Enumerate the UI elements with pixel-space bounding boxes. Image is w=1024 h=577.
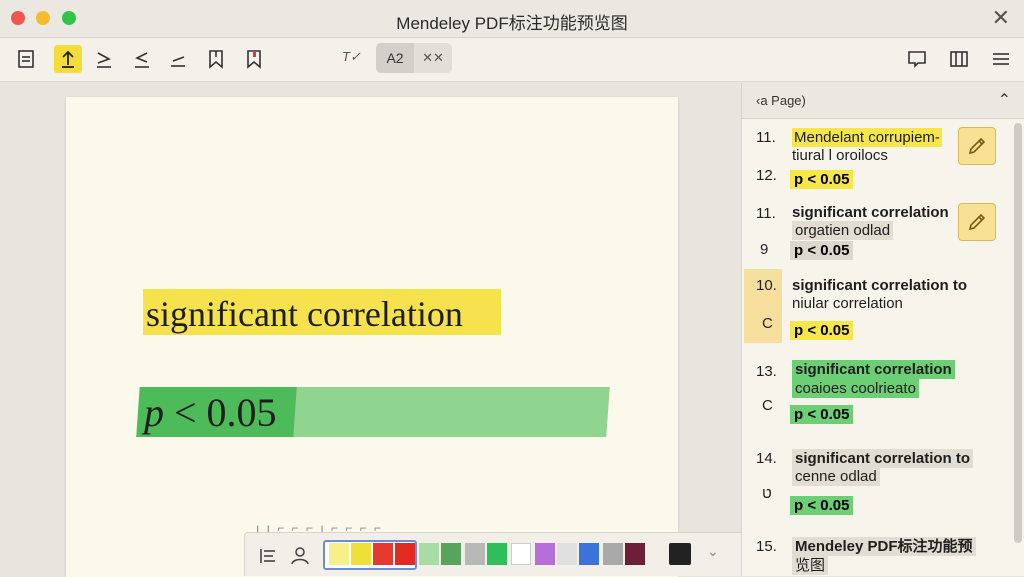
annotation-subtext: 览图 [792,556,829,575]
annotation-number: 11. [756,205,776,222]
annotation-subtext: tiural l oroilocs [792,147,888,164]
annotation-line: significant correlation to [792,449,974,468]
annotation-subtext: cenne odlad [792,467,880,486]
highlighted-text[interactable]: significant correlation [146,293,463,335]
formula-var: p [144,390,164,435]
text-style-button[interactable]: A2 [376,43,414,73]
annotation-subtext: niular correlation [792,295,903,312]
formula-rest: < 0.05 [164,390,277,435]
annotation-number: 12. [756,167,777,184]
sidebar-header[interactable]: ‹a Page) ⌃ [742,83,1024,119]
annotation-number: 15. [756,538,777,555]
annotation-text[interactable]: significant correlation to [792,277,967,295]
annotation-line: Mendelant corrupiem- [792,128,942,147]
annotation-pill[interactable]: p < 0.05 [790,405,854,424]
play-underline-icon[interactable] [90,45,118,73]
color-swatch[interactable] [511,543,531,565]
annotation-number: C [762,397,773,414]
annotation-number: 13. [756,363,777,380]
annotation-number: ט [762,485,772,502]
annotation-number: 14. [756,450,777,467]
less-than-underline-icon[interactable] [128,45,156,73]
annotation-text[interactable]: Mendeley PDF标注功能预 [792,537,976,556]
annotation-sidebar: ‹a Page) ⌃ 11. Mendelant corrupiem- tiur… [741,83,1024,576]
sidebar-header-label: ‹a Page) [756,93,806,108]
text-tool-button[interactable]: T✓ [342,49,361,65]
note-edit-button[interactable] [958,203,996,241]
color-swatch[interactable] [373,543,393,565]
list-icon[interactable] [257,545,279,567]
chevron-down-icon[interactable]: ⌄ [707,543,719,560]
pdf-viewer[interactable]: significant correlation p < 0.05 ı ı ⌐ ⌐… [0,83,741,577]
annotation-pill[interactable]: p < 0.05 [790,321,854,340]
annotation-line: coaioes coolrieato [792,379,919,398]
user-icon[interactable] [289,545,311,567]
bookmark-icon[interactable] [202,45,230,73]
annotation-text[interactable]: Mendelant corrupiem- [792,128,942,147]
close-icon[interactable]: ✕ [992,6,1010,30]
color-swatch[interactable] [625,543,645,565]
color-swatch[interactable] [465,543,485,565]
annotation-line: significant correlation [792,360,955,379]
formula-text[interactable]: p < 0.05 [144,389,277,436]
annotation-line: cenne odlad [792,467,880,486]
annotation-text[interactable]: significant correlation [792,204,949,222]
color-swatch[interactable] [351,543,371,565]
red-bookmark-icon[interactable] [240,45,268,73]
color-swatch[interactable] [579,543,599,565]
color-swatch[interactable] [557,543,577,565]
book-icon[interactable] [945,45,973,73]
annotation-line: Mendeley PDF标注功能预 [792,537,976,556]
highlight-tool-button[interactable] [54,45,82,73]
document-icon[interactable] [12,45,40,73]
comment-icon[interactable] [903,45,931,73]
annotation-text[interactable]: significant correlation [792,360,955,379]
color-palette-bar: ⌄ [244,532,742,576]
annotation-number: 11. [756,129,776,146]
annotation-pill[interactable]: p < 0.05 [790,170,854,189]
color-swatch[interactable] [535,543,555,565]
color-swatch[interactable] [441,543,461,565]
color-swatch[interactable] [419,543,439,565]
annotation-number: C [762,315,773,332]
annotation-line: 览图 [792,556,829,575]
color-swatch[interactable] [603,543,623,565]
annotation-pill[interactable]: p < 0.05 [790,496,854,515]
annotation-subtext: orgatien odlad [792,221,894,240]
color-swatch[interactable] [395,543,415,565]
annotation-text[interactable]: significant correlation to [792,449,974,468]
title-bar: Mendeley PDF标注功能预览图 ✕ [0,0,1024,38]
sidebar-scrollbar[interactable] [1014,123,1022,543]
color-swatch[interactable] [487,543,507,565]
black-swatch[interactable] [669,543,691,565]
chevron-up-icon[interactable]: ⌃ [998,90,1011,110]
window-title: Mendeley PDF标注功能预览图 [396,14,628,33]
strikethrough-icon[interactable] [164,45,192,73]
annotation-number: 9 [760,241,769,258]
annotation-subtext: coaioes coolrieato [792,379,919,398]
annotation-pill[interactable]: p < 0.05 [790,241,854,260]
annotation-number: 10. [756,277,777,294]
annotation-line: orgatien odlad [792,221,894,240]
note-edit-button[interactable] [958,127,996,165]
menu-icon[interactable] [987,45,1015,73]
color-swatch[interactable] [329,543,349,565]
clear-style-button[interactable]: ✕✕ [414,43,452,73]
pdf-page[interactable]: significant correlation p < 0.05 ı ı ⌐ ⌐… [66,97,678,577]
